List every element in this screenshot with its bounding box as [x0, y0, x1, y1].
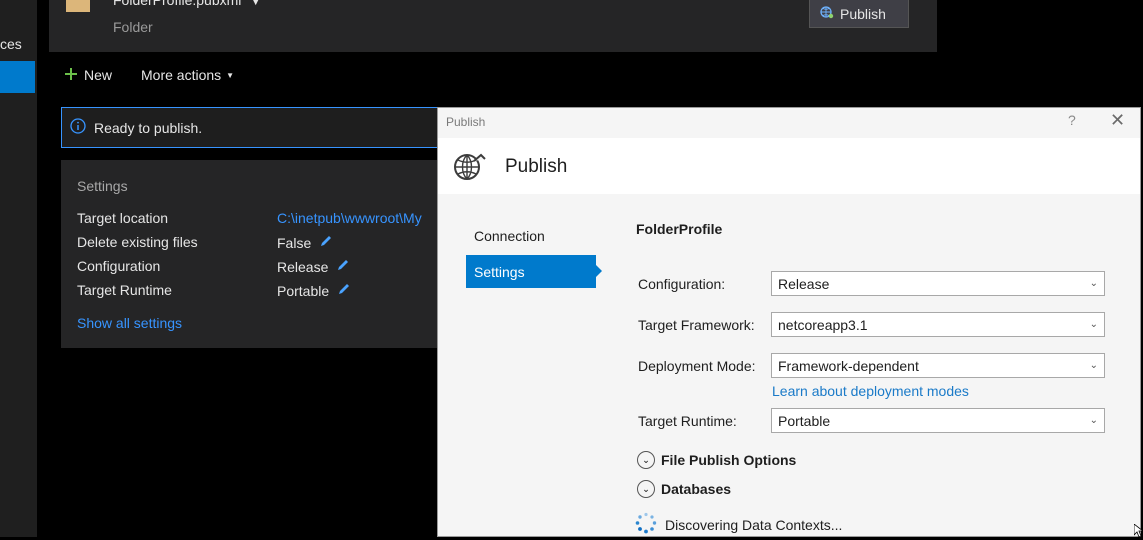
target-runtime-value: Portable [778, 412, 831, 429]
setting-value-configuration: Release [277, 258, 350, 275]
configuration-label: Configuration: [638, 276, 726, 292]
left-sidebar: ces [0, 0, 37, 537]
settings-heading: Settings [77, 178, 128, 194]
chevron-down-icon: ⌄ [1089, 278, 1098, 289]
chevron-down-icon: ⌄ [1089, 415, 1098, 426]
deployment-mode-label: Deployment Mode: [638, 358, 756, 374]
caret-down-icon: ▼ [226, 70, 235, 80]
spinner-icon [635, 512, 657, 536]
setting-value-target-runtime: Portable [277, 282, 351, 299]
publish-button[interactable]: Publish [809, 0, 909, 28]
chevron-down-icon: ⌄ [1089, 360, 1098, 371]
deployment-mode-value: Framework-dependent [778, 357, 919, 374]
globe-publish-icon [452, 151, 486, 186]
nav-settings[interactable]: Settings [466, 255, 602, 288]
target-framework-label: Target Framework: [638, 317, 755, 333]
new-label: New [84, 67, 113, 83]
profile-file-label: FolderProfile.pubxml [113, 0, 242, 8]
target-framework-value: netcoreapp3.1 [778, 316, 868, 333]
setting-value-delete-existing: False [277, 234, 333, 251]
setting-label-delete-existing: Delete existing files [77, 234, 198, 250]
configuration-value: Release [778, 275, 830, 292]
folder-icon [66, 0, 90, 12]
target-framework-select[interactable]: netcoreapp3.1 ⌄ [771, 312, 1105, 337]
setting-value-text: False [277, 234, 312, 251]
publish-dialog: Publish ? ✕ Publish Connection Settings … [437, 107, 1141, 537]
setting-value-target-location[interactable]: C:\inetpub\wwwroot\My [277, 210, 422, 226]
dialog-title: Publish [446, 115, 486, 129]
learn-deployment-modes-link[interactable]: Learn about deployment modes [772, 383, 969, 399]
pencil-icon[interactable] [337, 282, 351, 299]
info-icon [70, 118, 86, 137]
dialog-titlebar [438, 108, 1140, 138]
sidebar-fragment-label: ces [0, 36, 22, 52]
nav-connection[interactable]: Connection [474, 228, 545, 244]
setting-label-configuration: Configuration [77, 258, 161, 274]
setting-value-text: Release [277, 258, 329, 275]
show-all-settings-link[interactable]: Show all settings [77, 315, 182, 331]
pencil-icon[interactable] [336, 258, 350, 275]
pencil-icon[interactable] [319, 234, 333, 251]
close-icon[interactable]: ✕ [1110, 110, 1125, 131]
profile-name: FolderProfile [636, 221, 723, 237]
ready-info-bar: Ready to publish. [61, 107, 451, 148]
deployment-mode-select[interactable]: Framework-dependent ⌄ [771, 353, 1105, 378]
setting-label-target-location: Target location [77, 210, 169, 226]
configuration-select[interactable]: Release ⌄ [771, 271, 1105, 296]
discovering-status: Discovering Data Contexts... [635, 512, 843, 536]
databases-expander[interactable]: ⌄ Databases [637, 480, 731, 498]
databases-label: Databases [661, 481, 732, 497]
discovering-text: Discovering Data Contexts... [665, 516, 843, 533]
more-actions-button[interactable]: More actions ▼ [141, 64, 234, 86]
chevron-down-icon: ⌄ [1089, 319, 1098, 330]
publish-globe-icon [820, 5, 834, 22]
dialog-heading: Publish [505, 156, 568, 177]
target-runtime-select[interactable]: Portable ⌄ [771, 408, 1105, 433]
sidebar-selected-item[interactable] [0, 61, 35, 93]
mouse-cursor-icon [1133, 523, 1143, 540]
profile-type-label: Folder [113, 19, 153, 35]
profile-file-name[interactable]: FolderProfile.pubxml ▼ [113, 0, 260, 8]
more-actions-label: More actions [141, 67, 222, 83]
file-publish-options-expander[interactable]: ⌄ File Publish Options [637, 451, 796, 469]
expand-chevron-icon: ⌄ [637, 451, 655, 469]
expand-chevron-icon: ⌄ [637, 480, 655, 498]
setting-label-target-runtime: Target Runtime [77, 282, 172, 298]
setting-value-text: Portable [277, 282, 330, 299]
new-profile-button[interactable]: New [64, 64, 112, 86]
plus-icon [64, 67, 78, 84]
publish-button-label: Publish [840, 5, 886, 22]
info-message: Ready to publish. [94, 119, 203, 136]
file-publish-options-label: File Publish Options [661, 452, 797, 468]
help-button[interactable]: ? [1068, 112, 1076, 128]
chevron-down-icon: ▼ [251, 0, 261, 7]
target-runtime-label: Target Runtime: [638, 413, 737, 429]
